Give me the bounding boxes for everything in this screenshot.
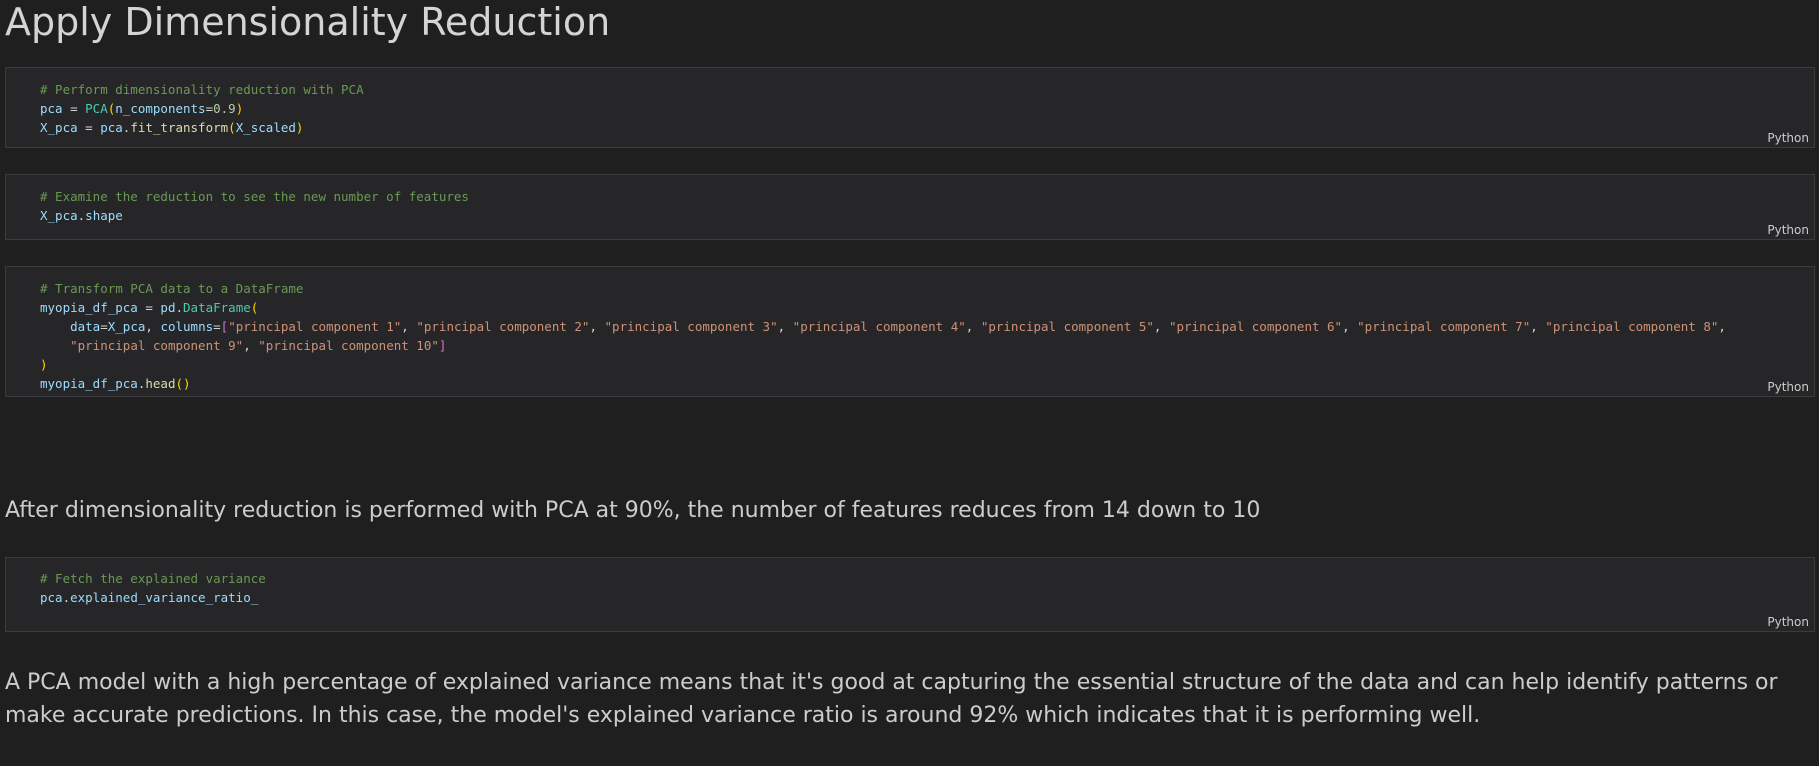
section-heading: Apply Dimensionality Reduction	[5, 0, 611, 44]
markdown-paragraph: After dimensionality reduction is perfor…	[5, 498, 1261, 523]
code-line: # Examine the reduction to see the new n…	[40, 189, 469, 204]
code-cell[interactable]: # Examine the reduction to see the new n…	[5, 174, 1815, 240]
code-line: pca.explained_variance_ratio_	[40, 590, 259, 605]
code-editor[interactable]: # Transform PCA data to a DataFrame myopi…	[40, 279, 1726, 393]
code-editor[interactable]: # Perform dimensionality reduction with …	[40, 80, 364, 137]
code-cell[interactable]: # Fetch the explained variance pca.explai…	[5, 557, 1815, 632]
code-line: X_pca.shape	[40, 208, 123, 223]
code-line: myopia_df_pca.head()	[40, 376, 191, 391]
code-cell[interactable]: # Transform PCA data to a DataFrame myopi…	[5, 266, 1815, 397]
code-line: pca = PCA(n_components=0.9)	[40, 101, 244, 116]
cell-language-label[interactable]: Python	[1767, 223, 1809, 237]
code-line: myopia_df_pca = pd.DataFrame(	[40, 300, 259, 315]
markdown-paragraph: A PCA model with a high percentage of ex…	[5, 670, 1778, 728]
cell-language-label[interactable]: Python	[1767, 380, 1809, 394]
code-line: "principal component 9", "principal comp…	[70, 338, 447, 353]
code-editor[interactable]: # Examine the reduction to see the new n…	[40, 187, 469, 225]
code-line: # Perform dimensionality reduction with …	[40, 82, 364, 97]
code-line: X_pca = pca.fit_transform(X_scaled)	[40, 120, 304, 135]
cell-language-label[interactable]: Python	[1767, 131, 1809, 145]
code-line: data=X_pca, columns=["principal componen…	[70, 319, 1726, 334]
code-line: )	[40, 357, 48, 372]
cell-language-label[interactable]: Python	[1767, 615, 1809, 629]
code-line: # Transform PCA data to a DataFrame	[40, 281, 304, 296]
code-cell[interactable]: # Perform dimensionality reduction with …	[5, 67, 1815, 148]
code-line: # Fetch the explained variance	[40, 571, 266, 586]
code-editor[interactable]: # Fetch the explained variance pca.explai…	[40, 569, 266, 607]
